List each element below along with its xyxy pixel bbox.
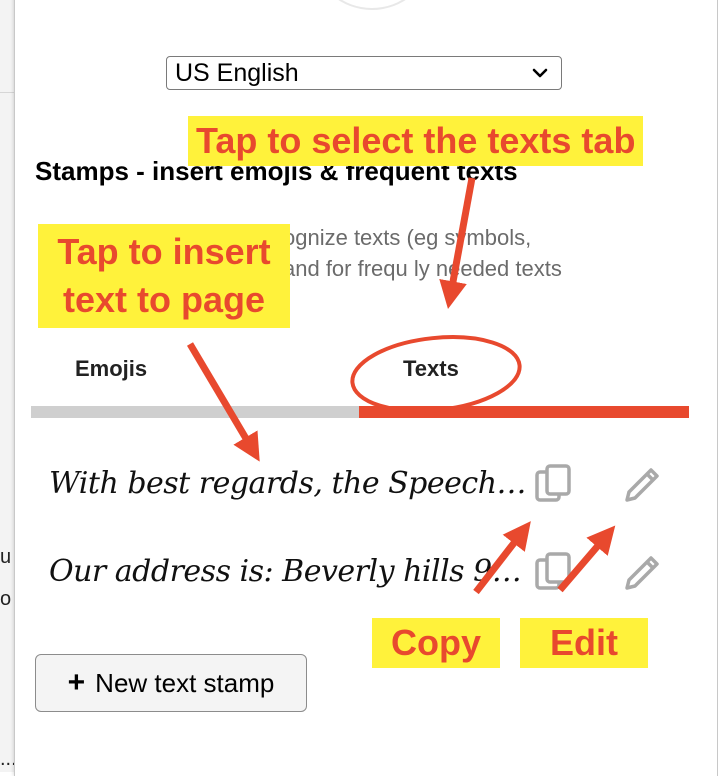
text-stamp-item[interactable]: With best regards, the Speech… — [49, 466, 527, 501]
tab-indicator-active — [359, 406, 689, 418]
callout-line: Tap to insert — [57, 231, 271, 272]
callout-line: text to page — [62, 279, 266, 320]
pencil-icon[interactable] — [619, 550, 665, 596]
language-select[interactable]: US English — [166, 56, 562, 90]
copy-icon[interactable] — [531, 462, 577, 508]
callout-select-texts-tab: Tap to select the texts tab — [188, 116, 644, 166]
text-stamp-item[interactable]: Our address is: Beverly hills 9… — [49, 554, 522, 589]
new-text-stamp-label: New text stamp — [95, 667, 275, 698]
callout-edit: Edit — [520, 618, 648, 668]
callout-copy: Copy — [372, 618, 500, 668]
tab-indicator-inactive — [31, 406, 359, 418]
pencil-icon[interactable] — [619, 462, 665, 508]
plus-icon: + — [67, 666, 86, 699]
language-select-value: US English — [175, 58, 299, 87]
chevron-down-icon — [532, 68, 548, 78]
background-text-fragment: o — [0, 588, 12, 610]
avatar — [315, 0, 429, 10]
new-text-stamp-button[interactable]: + New text stamp — [35, 654, 307, 712]
tab-texts[interactable]: Texts — [403, 356, 459, 382]
tab-emojis[interactable]: Emojis — [75, 356, 147, 382]
copy-icon[interactable] — [531, 550, 577, 596]
callout-insert-text: Tap to insert text to page — [38, 224, 290, 328]
background-text-fragment: u — [0, 546, 12, 568]
